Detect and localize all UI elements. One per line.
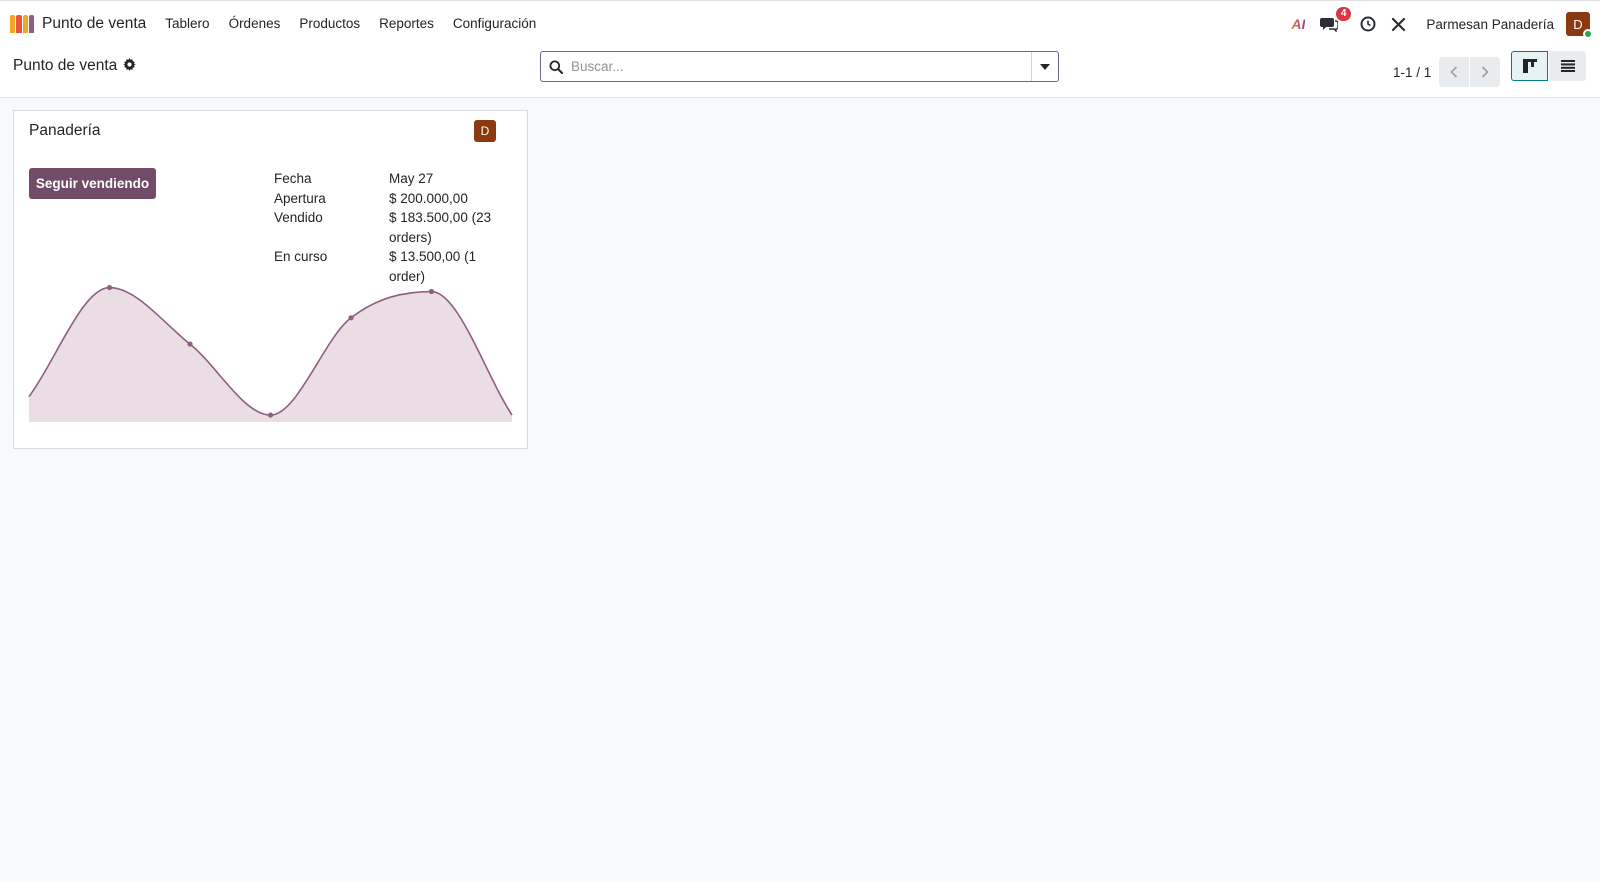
pos-app-icon[interactable] [10,14,34,33]
ai-icon[interactable]: AI [1291,16,1305,32]
breadcrumb: Punto de venta [13,57,137,75]
search-bar [540,51,1059,82]
info-row-sold: Vendido $ 183.500,00 (23 orders) [274,208,515,247]
top-navbar: Punto de venta Tablero Órdenes Productos… [0,0,1600,46]
list-icon [1560,60,1575,72]
menu-item-reportes[interactable]: Reportes [379,16,434,31]
user-avatar[interactable]: D [1566,12,1593,39]
chart-area-fill [29,287,512,422]
clock-icon[interactable] [1360,16,1376,32]
app-name-link[interactable]: Punto de venta [42,15,146,33]
chart-point [267,412,274,418]
chart-point [187,341,193,347]
sales-area-chart [28,284,513,422]
continue-selling-button[interactable]: Seguir vendiendo [29,168,156,199]
chart-point [106,284,113,291]
pager-previous-button[interactable] [1439,57,1470,87]
caret-down-icon [1040,63,1050,70]
kanban-icon [1522,59,1537,73]
info-value: May 27 [389,171,434,186]
gear-icon[interactable] [123,58,137,74]
pager-value[interactable]: 1-1 / 1 [1393,65,1431,80]
view-switcher [1511,51,1586,81]
menu-item-configuracion[interactable]: Configuración [453,16,536,31]
list-view-button[interactable] [1549,51,1586,81]
session-info-table: Fecha May 27 Apertura $ 200.000,00 Vendi… [274,169,515,286]
page-title: Punto de venta [13,57,118,74]
systray: AI 4 Parmesan Panadería D [1276,1,1593,47]
responsible-avatar: D [474,120,496,142]
pos-config-card: Panadería D Seguir vendiendo Fecha May 2… [13,110,528,449]
info-label: Apertura [274,190,326,206]
messages-badge: 4 [1335,7,1352,21]
info-label: Fecha [274,171,312,186]
search-input[interactable] [571,59,1031,74]
debug-tools-icon[interactable] [1391,17,1406,32]
messages-icon[interactable]: 4 [1320,7,1352,32]
chevron-left-icon [1450,66,1458,78]
menu-item-ordenes[interactable]: Órdenes [229,16,281,31]
pager: 1-1 / 1 [1393,57,1501,87]
search-icon [541,60,571,74]
card-title: Panadería [29,122,101,139]
info-label: Vendido [274,210,323,225]
control-panel: Punto de venta 1-1 / 1 [0,46,1600,98]
pager-next-button[interactable] [1470,57,1501,87]
user-avatar-initial: D [1573,16,1583,32]
info-value: $ 200.000,00 [389,190,468,206]
chart-point [428,288,435,295]
menu-item-productos[interactable]: Productos [299,16,360,31]
online-status-dot [1583,29,1593,39]
chevron-right-icon [1482,66,1489,78]
kanban-view-button[interactable] [1511,51,1548,81]
info-row-date: Fecha May 27 [274,169,515,189]
info-value: $ 183.500,00 (23 orders) [389,210,492,245]
info-row-opening: Apertura $ 200.000,00 [274,189,515,209]
menu-item-tablero[interactable]: Tablero [165,16,209,31]
search-options-toggle[interactable] [1031,52,1058,81]
company-switcher[interactable]: Parmesan Panadería [1426,17,1554,32]
chart-point [348,315,354,321]
